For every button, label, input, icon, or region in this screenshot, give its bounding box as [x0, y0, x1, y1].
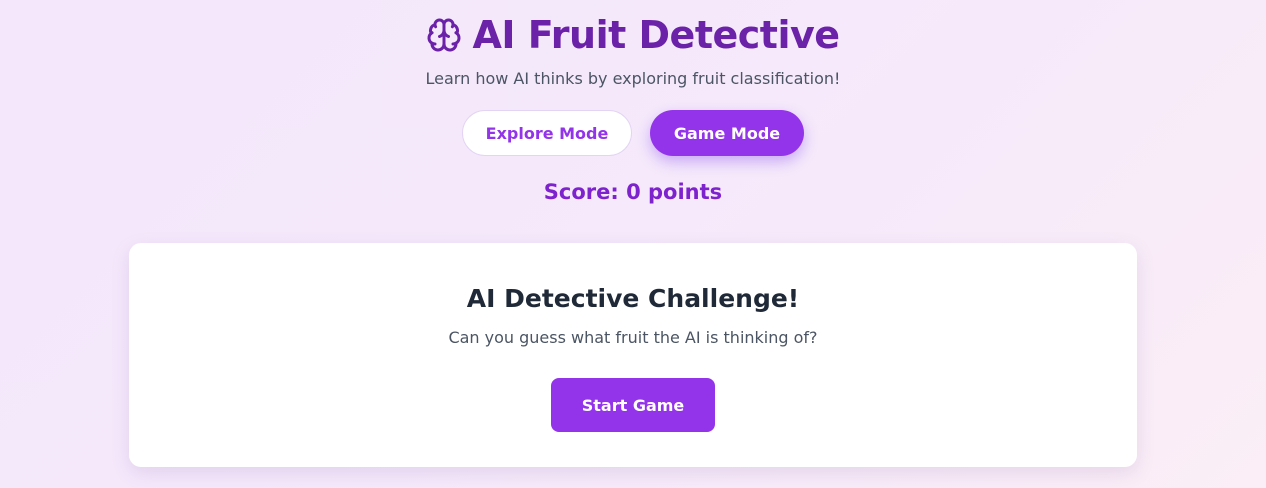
page-subtitle: Learn how AI thinks by exploring fruit c… — [425, 69, 841, 88]
challenge-card: AI Detective Challenge! Can you guess wh… — [129, 243, 1137, 467]
page-title: AI Fruit Detective — [472, 13, 840, 57]
challenge-subtitle: Can you guess what fruit the AI is think… — [448, 328, 818, 347]
explore-mode-button[interactable]: Explore Mode — [462, 110, 632, 156]
start-game-button[interactable]: Start Game — [551, 378, 715, 432]
game-mode-button[interactable]: Game Mode — [650, 110, 804, 156]
score-display: Score: 0 points — [543, 180, 723, 204]
challenge-title: AI Detective Challenge! — [466, 284, 800, 313]
mode-switcher: Explore Mode Game Mode — [0, 110, 1266, 156]
brain-icon — [428, 18, 461, 52]
title-row: AI Fruit Detective — [0, 12, 1266, 58]
